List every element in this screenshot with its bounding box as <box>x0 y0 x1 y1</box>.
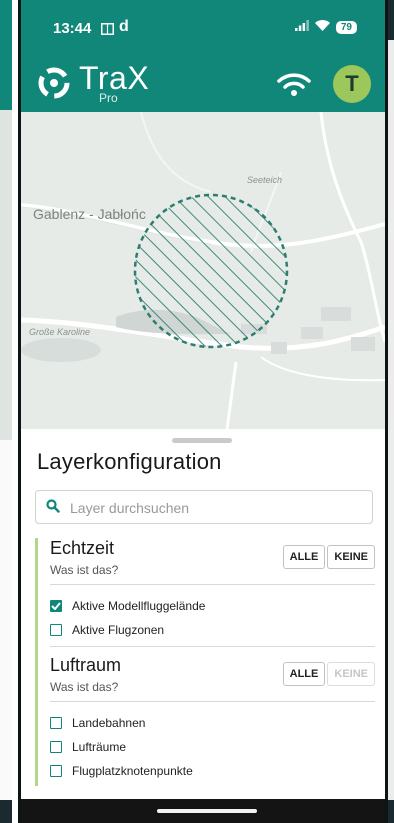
checkbox[interactable] <box>50 741 62 753</box>
map-view[interactable]: Gablenz - Jabłońc Seeteich Große Karolin… <box>21 112 385 437</box>
signal-icon <box>294 18 309 36</box>
wifi-icon <box>314 18 330 36</box>
layer-item-label: Flugplatzknotenpunkte <box>72 764 193 778</box>
status-extra-icon: d <box>119 18 129 35</box>
layer-group-luftraum: Luftraum Was ist das? ALLE KEINE Landeba… <box>35 655 375 786</box>
map-label-grosse-karoline: Große Karoline <box>29 327 91 337</box>
checkbox-checked[interactable] <box>50 600 62 612</box>
background-app-left <box>0 0 12 823</box>
map-label-gablenz: Gablenz - Jabłońc <box>33 206 146 222</box>
select-all-button[interactable]: ALLE <box>282 545 326 569</box>
sheet-title: Layerkonfiguration <box>37 449 222 474</box>
system-nav-bar <box>21 799 385 823</box>
layer-config-sheet: Layerkonfiguration Echtzeit Was ist das?… <box>21 429 385 799</box>
status-bar: 13:44 d 79 <box>21 0 385 58</box>
checkbox[interactable] <box>50 765 62 777</box>
status-time: 13:44 <box>53 20 92 37</box>
layer-item-label: Aktive Flugzonen <box>72 623 165 637</box>
layer-item-label: Lufträume <box>72 740 127 754</box>
home-indicator[interactable] <box>157 809 257 813</box>
app-bar: TraX Pro T <box>21 58 385 112</box>
search-input[interactable] <box>68 491 362 525</box>
group-title: Luftraum <box>50 655 122 675</box>
sheet-drag-handle[interactable] <box>172 438 232 443</box>
trax-logo-icon <box>37 66 71 105</box>
app-edition: Pro <box>99 91 118 105</box>
check-icon <box>51 602 61 610</box>
battery-icon: 79 <box>335 20 357 34</box>
layer-search[interactable] <box>35 490 373 525</box>
connection-wifi-icon[interactable] <box>277 72 311 103</box>
layer-item-label: Aktive Modellfluggelände <box>72 599 206 613</box>
layer-item-landebahnen[interactable]: Landebahnen <box>50 711 193 735</box>
group-title: Echtzeit <box>50 538 115 558</box>
user-avatar[interactable]: T <box>333 65 371 103</box>
layer-group-echtzeit: Echtzeit Was ist das? ALLE KEINE Aktive … <box>35 538 375 665</box>
layer-item-aktive-modellfluggelaende[interactable]: Aktive Modellfluggelände <box>50 594 205 618</box>
map-label-seeteich: Seeteich <box>247 175 283 185</box>
select-all-button[interactable]: ALLE <box>282 662 326 686</box>
group-help-link[interactable]: Was ist das? <box>50 563 118 577</box>
checkbox[interactable] <box>50 717 62 729</box>
layer-item-aktive-flugzonen[interactable]: Aktive Flugzonen <box>50 618 205 642</box>
select-none-button[interactable]: KEINE <box>327 545 375 569</box>
layer-item-luftraeume[interactable]: Lufträume <box>50 735 193 759</box>
group-help-link[interactable]: Was ist das? <box>50 680 118 694</box>
mail-icon <box>101 22 114 40</box>
checkbox[interactable] <box>50 624 62 636</box>
layer-item-flugplatzknotenpunkte[interactable]: Flugplatzknotenpunkte <box>50 759 193 783</box>
layer-item-label: Landebahnen <box>72 716 146 730</box>
phone-screen: 13:44 d 79 TraX Pro T Gablenz - Jabłońc … <box>18 0 388 823</box>
search-icon <box>46 499 60 518</box>
select-none-button[interactable]: KEINE <box>327 662 375 686</box>
